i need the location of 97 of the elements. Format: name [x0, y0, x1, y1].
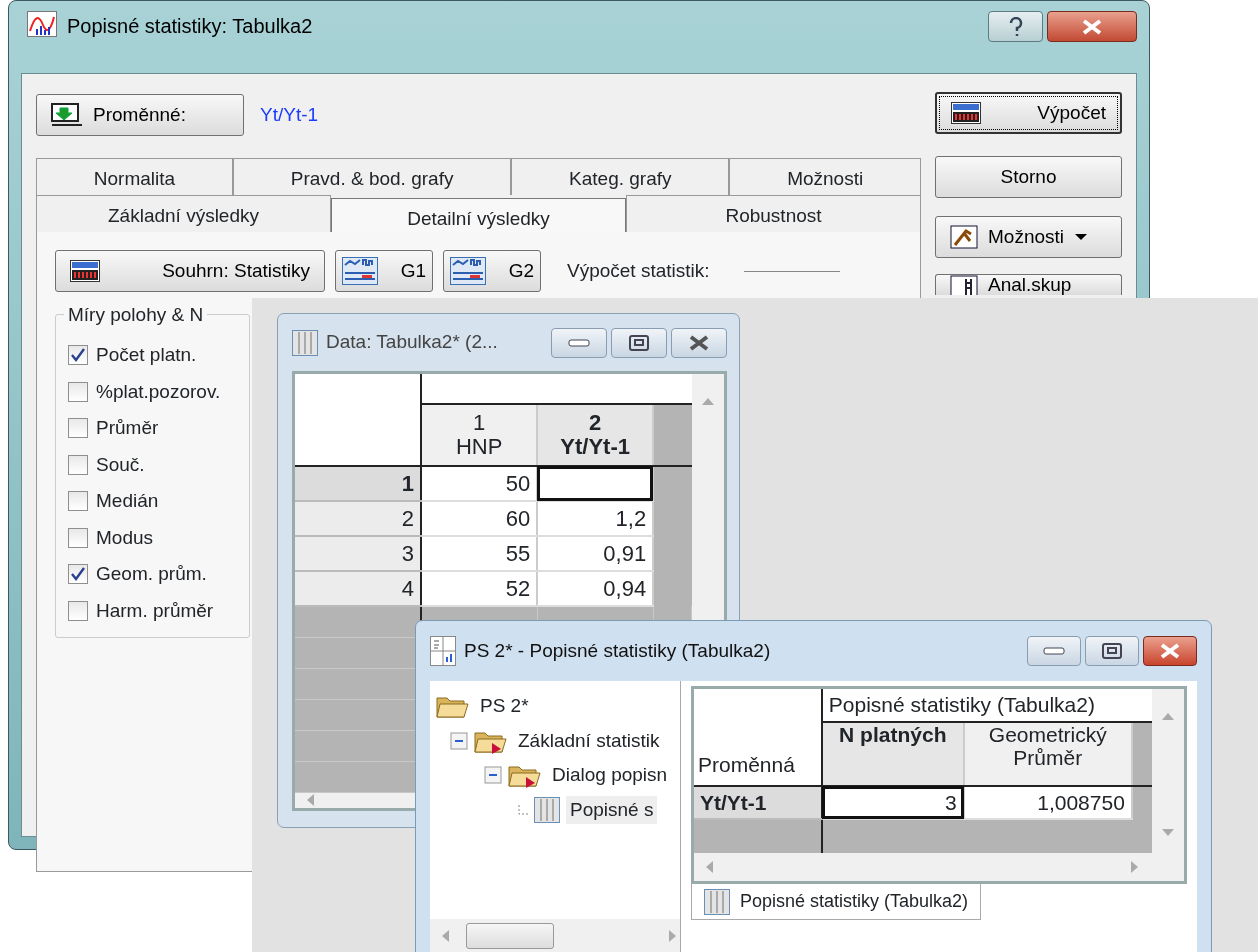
checkbox[interactable]	[68, 491, 88, 512]
maximize-button[interactable]	[1085, 636, 1139, 666]
tab[interactable]: Základní výsledky	[36, 195, 331, 232]
table-cell[interactable]: 55	[421, 536, 538, 571]
maximize-icon	[629, 334, 649, 351]
column-name: Yt/Yt-1	[559, 435, 631, 460]
table-cell[interactable]: 0,94	[537, 571, 654, 606]
side-button[interactable]: Výpočet	[935, 92, 1122, 134]
spreadsheet-icon	[704, 888, 730, 915]
checkbox[interactable]	[68, 600, 88, 621]
app-icon	[27, 11, 57, 37]
checkbox[interactable]	[68, 527, 88, 548]
tab[interactable]: Pravd. & bod. grafy	[232, 158, 512, 195]
table-cell[interactable]: 3	[821, 785, 964, 819]
summary-icon	[70, 260, 100, 282]
checkbox-label: Průměr	[96, 416, 159, 440]
checkbox-label: Harm. průměr	[96, 598, 214, 623]
checkbox-label: Geom. prům.	[96, 562, 207, 586]
collapse-toggle[interactable]	[450, 731, 468, 750]
side-button[interactable]: Storno	[935, 156, 1122, 198]
tab[interactable]: Možnosti	[729, 158, 921, 195]
column-header[interactable]: 2 Yt/Yt-1	[537, 404, 654, 466]
maximize-icon	[1102, 643, 1122, 659]
maximize-button[interactable]	[611, 327, 667, 358]
corner-header: Proměnná	[694, 689, 822, 786]
sheet-tab[interactable]: Popisné statistiky (Tabulka2)	[691, 884, 982, 920]
group-header: Popisné statistiky (Tabulka2)	[821, 689, 1152, 722]
tree-item[interactable]: PS 2*	[476, 692, 533, 721]
checkbox-label: Modus	[96, 525, 154, 550]
help-icon	[1007, 16, 1024, 37]
row-header[interactable]: 3	[295, 536, 422, 571]
checkbox-label: Medián	[96, 489, 159, 513]
summary-icon	[951, 102, 981, 124]
tree-item[interactable]: Základní statistik	[514, 726, 664, 755]
close-button[interactable]	[671, 327, 727, 358]
row-header[interactable]: 2	[295, 501, 422, 536]
side-button[interactable]: Možnosti	[935, 216, 1122, 258]
window-title: Popisné statistiky: Tabulka2	[67, 14, 313, 39]
summary-button[interactable]: Souhrn: Statistiky	[55, 250, 325, 292]
help-button[interactable]	[988, 11, 1043, 42]
minimize-icon	[1043, 646, 1065, 656]
window-title: Data: Tabulka2* (2...	[326, 330, 498, 355]
checkbox[interactable]	[68, 564, 88, 585]
column-header[interactable]: Geometrický Průměr	[963, 721, 1132, 786]
tab[interactable]: Detailní výsledky	[331, 198, 626, 232]
table-cell[interactable]: 1,2	[537, 501, 654, 536]
tab[interactable]: Kateg. grafy	[511, 158, 730, 195]
close-icon	[1081, 18, 1103, 35]
table-cell[interactable]: 52	[421, 571, 538, 606]
table-cell[interactable]: 60	[421, 501, 538, 536]
tree-connector	[518, 804, 528, 815]
table-cell[interactable]: 1,008750	[963, 785, 1132, 819]
tool-icon	[950, 225, 978, 249]
checkbox[interactable]	[68, 381, 88, 402]
checkbox-label: Počet platn.	[96, 343, 197, 367]
scroll-thumb[interactable]	[466, 923, 554, 950]
caret-icon	[1074, 233, 1089, 241]
close-button[interactable]	[1047, 11, 1137, 42]
row-header[interactable]: 1	[295, 466, 422, 501]
column-name: HNP	[454, 435, 504, 460]
row-header[interactable]: 4	[295, 571, 422, 606]
collapse-toggle[interactable]	[484, 766, 502, 785]
checkbox-label: Souč.	[96, 452, 145, 477]
tab[interactable]: Robustnost	[626, 195, 921, 232]
workbook-icon	[430, 636, 456, 666]
checkbox[interactable]	[68, 345, 88, 366]
checkbox-label: %plat.pozorov.	[96, 379, 221, 404]
minimize-icon	[568, 337, 590, 348]
column-header[interactable]: 1 HNP	[421, 404, 538, 466]
checkbox[interactable]	[68, 418, 88, 439]
window-title: PS 2* - Popisné statistiky (Tabulka2)	[464, 638, 771, 663]
table-cell[interactable]: 50	[421, 466, 538, 501]
tab[interactable]: Normalita	[36, 158, 233, 195]
close-icon	[1159, 643, 1181, 659]
close-button[interactable]	[1143, 636, 1197, 666]
chart-icon	[450, 257, 486, 285]
tree-item[interactable]: Popisné s	[566, 795, 658, 824]
tree-item[interactable]: Dialog popisn	[548, 761, 672, 790]
group-icon	[950, 275, 978, 295]
selected-variable: Yt/Yt-1	[260, 102, 319, 127]
row-header[interactable]: Yt/Yt-1	[694, 785, 822, 819]
graph-button[interactable]: G1	[335, 250, 433, 292]
chart-icon	[342, 257, 378, 285]
spreadsheet-icon	[292, 329, 318, 356]
column-number: 2	[588, 410, 603, 435]
checkbox[interactable]	[68, 454, 88, 475]
table-cell[interactable]: 0,91	[537, 536, 654, 571]
column-number: 1	[472, 410, 487, 435]
spreadsheet-icon	[534, 796, 560, 823]
calc-label: Výpočet statistik:	[567, 258, 710, 283]
variables-button[interactable]: Proměnné:	[36, 94, 244, 136]
table-cell[interactable]	[537, 466, 654, 501]
variables-icon	[51, 103, 83, 127]
graph-button[interactable]: G2	[443, 250, 541, 292]
close-icon	[688, 334, 710, 351]
side-button[interactable]: Anal.skup	[935, 274, 1122, 295]
column-header[interactable]: N platných	[821, 721, 964, 786]
